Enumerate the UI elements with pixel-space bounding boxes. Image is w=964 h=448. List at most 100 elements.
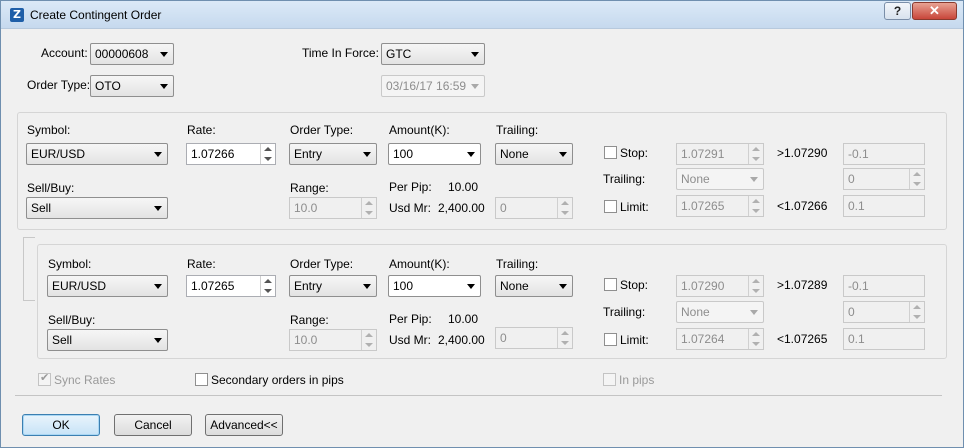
secondary-symbol-select[interactable]: EUR/USD [47, 275, 168, 297]
extra-value: 0 [500, 331, 507, 345]
primary-stop-trailing-stepper: 0 [843, 168, 925, 190]
secondary-sell-buy-select[interactable]: Sell [47, 329, 168, 351]
order-type-value: OTO [95, 79, 121, 93]
trailing-value: None [500, 147, 529, 161]
symbol-label: Symbol: [48, 257, 92, 271]
limit-label: Limit: [620, 333, 649, 347]
chevron-down-icon [467, 152, 475, 157]
order-type-value: Entry [294, 279, 323, 293]
symbol-value: EUR/USD [52, 279, 107, 293]
primary-range-stepper: 10.0 [289, 197, 377, 219]
usd-mr-label: Usd Mr: [389, 333, 431, 347]
secondary-limit-pips-field: 0.1 [843, 328, 925, 350]
per-pip-value: 10.00 [448, 180, 479, 194]
primary-rate-stepper[interactable]: 1.07266 [186, 143, 276, 165]
primary-order-type-select[interactable]: Entry [289, 143, 377, 165]
spinner-icon [748, 329, 763, 349]
secondary-range-stepper: 10.0 [289, 329, 377, 351]
amount-label: Amount(K): [389, 123, 450, 137]
rate-label: Rate: [187, 123, 216, 137]
usd-mr-value: 2,400.00 [438, 201, 485, 215]
secondary-stop-checkbox[interactable] [604, 278, 617, 291]
chevron-down-icon [471, 84, 479, 89]
primary-stop-rate-stepper: 1.07291 [676, 143, 764, 165]
primary-sell-buy-select[interactable]: Sell [26, 197, 168, 219]
secondary-order-type-select[interactable]: Entry [289, 275, 377, 297]
rate-value: 1.07265 [191, 279, 235, 293]
per-pip-label: Per Pip: [389, 312, 432, 326]
symbol-value: EUR/USD [31, 147, 86, 161]
secondary-limit-checkbox[interactable] [604, 333, 617, 346]
sync-rates-checkbox [38, 371, 51, 386]
primary-symbol-select[interactable]: EUR/USD [26, 143, 168, 165]
order-type-select[interactable]: OTO [90, 75, 174, 97]
limit-compare-value: <1.07265 [777, 332, 828, 346]
stop-trailing-num: 0 [848, 172, 855, 186]
chevron-down-icon [559, 152, 567, 157]
time-in-force-select[interactable]: GTC [381, 43, 485, 65]
time-in-force-label: Time In Force: [302, 46, 379, 60]
trailing-label: Trailing: [496, 123, 539, 137]
secondary-trailing-select[interactable]: None [495, 275, 573, 297]
account-value: 00000608 [95, 47, 149, 61]
amount-value: 100 [393, 279, 414, 293]
create-contingent-order-window: Z Create Contingent Order ? ✕ Account: 0… [0, 0, 964, 448]
usd-mr-label: Usd Mr: [389, 201, 431, 215]
sell-buy-value: Sell [31, 201, 52, 215]
order-type-label: Order Type: [27, 78, 91, 92]
range-value: 10.0 [294, 333, 318, 347]
secondary-orders-in-pips-label: Secondary orders in pips [211, 373, 344, 387]
advanced-button[interactable]: Advanced<< [205, 414, 283, 436]
app-icon: Z [10, 8, 24, 22]
stop-rate-value: 1.07291 [681, 147, 725, 161]
chevron-down-icon [471, 52, 479, 57]
cancel-button[interactable]: Cancel [114, 414, 192, 436]
stop-label: Stop: [620, 146, 649, 160]
secondary-rate-stepper[interactable]: 1.07265 [186, 275, 276, 297]
footer-separator [15, 395, 942, 396]
primary-amount-select[interactable]: 100 [388, 143, 481, 165]
primary-stop-checkbox[interactable] [604, 146, 617, 159]
range-label: Range: [290, 181, 329, 195]
primary-trailing-select[interactable]: None [495, 143, 573, 165]
secondary-stop-trailing-select: None [676, 301, 764, 323]
rate-label: Rate: [187, 257, 216, 271]
secondary-orders-in-pips-checkbox[interactable] [195, 373, 208, 386]
order-type-value: Entry [294, 147, 323, 161]
spinner-icon [557, 328, 572, 348]
chevron-down-icon [154, 284, 162, 289]
in-pips-label: In pips [619, 373, 655, 387]
per-pip-label: Per Pip: [389, 180, 432, 194]
spinner-icon[interactable] [260, 144, 275, 164]
spinner-icon [909, 302, 924, 322]
account-select[interactable]: 00000608 [90, 43, 174, 65]
spinner-icon[interactable] [260, 276, 275, 296]
limit-rate-value: 1.07265 [681, 199, 725, 213]
help-button[interactable]: ? [884, 2, 911, 20]
per-pip-value: 10.00 [448, 312, 479, 326]
stop-pips-value: -0.1 [848, 279, 869, 293]
chevron-down-icon [467, 284, 475, 289]
stop-compare-value: >1.07289 [777, 278, 828, 292]
stop-rate-value: 1.07290 [681, 279, 725, 293]
trailing-label: Trailing: [496, 257, 539, 271]
secondary-amount-select[interactable]: 100 [388, 275, 481, 297]
range-value: 10.0 [294, 201, 318, 215]
order-type-label: Order Type: [290, 123, 354, 137]
primary-limit-checkbox[interactable] [604, 200, 617, 213]
stop-label: Stop: [620, 278, 649, 292]
secondary-stop-pips-field: -0.1 [843, 275, 925, 297]
rate-value: 1.07266 [191, 147, 235, 161]
chevron-down-icon [154, 206, 162, 211]
in-pips-checkbox [603, 373, 616, 386]
ok-button[interactable]: OK [22, 414, 100, 436]
spinner-icon [748, 196, 763, 216]
title-bar: Z Create Contingent Order ? ✕ [1, 1, 963, 29]
close-button[interactable]: ✕ [912, 2, 957, 20]
stop-pips-value: -0.1 [848, 147, 869, 161]
spinner-icon [361, 198, 376, 218]
amount-label: Amount(K): [389, 257, 450, 271]
expiry-date-value: 03/16/17 16:59 [386, 79, 467, 93]
secondary-extra-stepper: 0 [495, 327, 573, 349]
secondary-limit-rate-stepper: 1.07264 [676, 328, 764, 350]
